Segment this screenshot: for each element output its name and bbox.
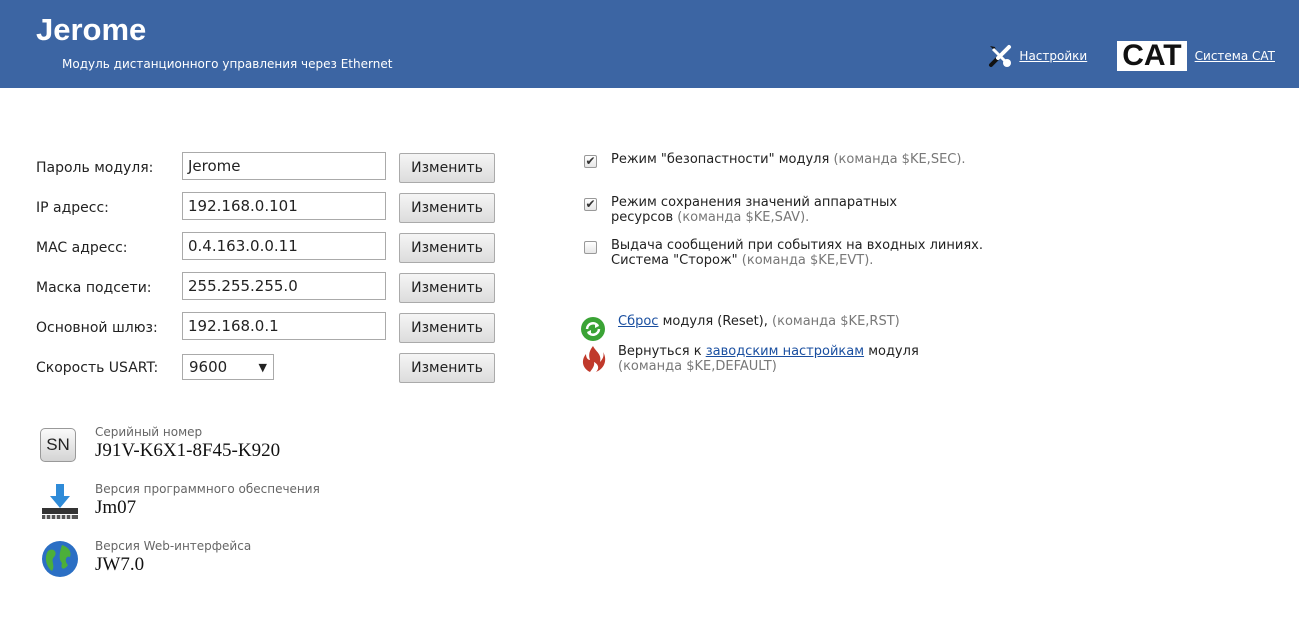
dropdown-arrow-icon: ▼ [258, 360, 267, 374]
factory-prefix: Вернуться к [618, 344, 702, 359]
ip-label: IP адресс: [36, 200, 109, 216]
change-password-button[interactable]: Изменить [399, 153, 495, 183]
usart-speed-value: 9600 [189, 358, 228, 376]
mac-label: MAC адресс: [36, 240, 128, 256]
security-mode-label: Режим "безопастности" модуля [611, 152, 830, 167]
form-row-ip: IP адресс: 192.168.0.101 Изменить [36, 192, 495, 224]
form-row-gateway: Основной шлюз: 192.168.0.1 Изменить [36, 312, 495, 344]
factory-cmd: (команда $KE,DEFAULT) [618, 359, 777, 374]
app-subtitle: Модуль дистанционного управления через E… [62, 57, 393, 71]
top-nav: Настройки CAT Система CAT [987, 40, 1275, 72]
fire-icon [582, 346, 606, 372]
change-mask-button[interactable]: Изменить [399, 273, 495, 303]
form-row-mac: MAC адресс: 0.4.163.0.0.11 Изменить [36, 232, 495, 264]
app-title: Jerome [36, 12, 147, 47]
firmware-value: Jm07 [95, 497, 137, 518]
password-input[interactable]: Jerome [182, 152, 386, 180]
cat-logo: CAT [1117, 41, 1187, 71]
reset-label: модуля (Reset), [662, 314, 768, 329]
serial-caption: Серийный номер [95, 425, 203, 439]
serial-number-icon: SN [40, 428, 80, 468]
mask-label: Маска подсети: [36, 280, 152, 296]
event-messages-cmd: (команда $KE,EVT). [741, 253, 874, 268]
reset-link[interactable]: Сброс [618, 314, 658, 329]
cat-system-link[interactable]: Система CAT [1195, 49, 1275, 63]
usart-speed-select[interactable]: 9600 ▼ [182, 354, 274, 380]
refresh-icon[interactable] [578, 314, 608, 344]
change-ip-button[interactable]: Изменить [399, 193, 495, 223]
gateway-label: Основной шлюз: [36, 320, 158, 336]
settings-link[interactable]: Настройки [1019, 49, 1087, 63]
form-row-mask: Маска подсети: 255.255.255.0 Изменить [36, 272, 495, 304]
password-label: Пароль модуля: [36, 160, 154, 176]
save-mode-text: Режим сохранения значений аппаратных рес… [611, 195, 951, 225]
tools-icon[interactable] [987, 43, 1013, 69]
form-row-password: Пароль модуля: Jerome Изменить [36, 152, 495, 184]
mac-input[interactable]: 0.4.163.0.0.11 [182, 232, 386, 260]
change-usart-button[interactable]: Изменить [399, 353, 495, 383]
factory-suffix: модуля [868, 344, 919, 359]
event-messages-checkbox[interactable] [584, 241, 597, 254]
change-gateway-button[interactable]: Изменить [399, 313, 495, 343]
ip-input[interactable]: 192.168.0.101 [182, 192, 386, 220]
serial-value: J91V-K6X1-8F45-K920 [95, 440, 281, 461]
globe-icon [42, 541, 78, 577]
form-row-usart: Скорость USART: 9600 ▼ Изменить [36, 352, 495, 384]
security-mode-checkbox[interactable]: ✔ [584, 155, 597, 168]
mask-input[interactable]: 255.255.255.0 [182, 272, 386, 300]
firmware-caption: Версия программного обеспечения [95, 482, 320, 496]
header-bar: Jerome Модуль дистанционного управления … [0, 0, 1299, 88]
save-mode-checkbox[interactable]: ✔ [584, 198, 597, 211]
security-mode-cmd: (команда $KE,SEC). [833, 152, 966, 167]
reset-text: Сброс модуля (Reset), (команда $KE,RST) [618, 314, 1038, 329]
gateway-input[interactable]: 192.168.0.1 [182, 312, 386, 340]
web-value: JW7.0 [95, 554, 145, 575]
factory-text: Вернуться к заводским настройкам модуля (… [618, 344, 1038, 374]
usart-label: Скорость USART: [36, 360, 159, 376]
sn-badge: SN [40, 428, 76, 462]
event-messages-text: Выдача сообщений при событиях на входных… [611, 238, 991, 268]
web-caption: Версия Web-интерфейса [95, 539, 252, 553]
download-icon [42, 484, 78, 519]
reset-cmd: (команда $KE,RST) [772, 314, 900, 329]
factory-settings-link[interactable]: заводским настройкам [706, 344, 864, 359]
change-mac-button[interactable]: Изменить [399, 233, 495, 263]
security-mode-text: Режим "безопастности" модуля (команда $K… [611, 152, 966, 167]
save-mode-cmd: (команда $KE,SAV). [677, 210, 810, 225]
